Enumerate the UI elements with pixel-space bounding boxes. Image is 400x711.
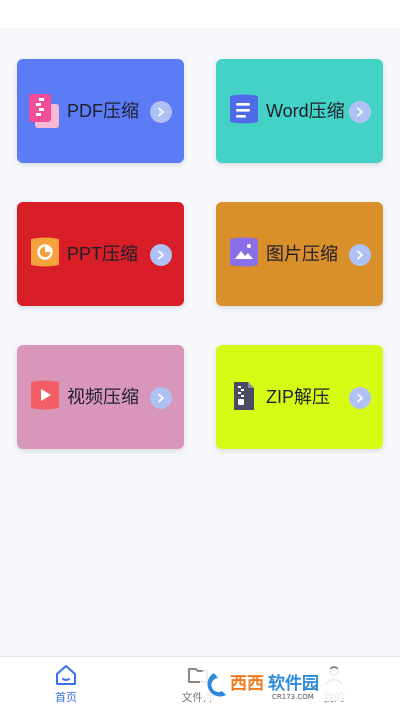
pdf-compress-label: PDF压缩	[67, 101, 139, 121]
home-icon	[56, 665, 76, 685]
app-screen: PDF压缩 Word压缩 PPT压缩 图片压缩 视频压缩 ZIP解压 首页 文件…	[0, 0, 400, 711]
tab-home[interactable]: 首页	[26, 657, 106, 711]
svg-text:CR173.COM: CR173.COM	[272, 693, 314, 701]
chevron-right-icon	[349, 244, 371, 266]
zip-extract-card[interactable]: ZIP解压	[216, 345, 383, 449]
word-file-icon	[230, 94, 258, 124]
ppt-compress-card[interactable]: PPT压缩	[17, 202, 184, 306]
video-compress-card[interactable]: 视频压缩	[17, 345, 184, 449]
chevron-right-icon	[349, 387, 371, 409]
image-compress-label: 图片压缩	[266, 244, 338, 264]
image-compress-card[interactable]: 图片压缩	[216, 202, 383, 306]
pdf-compress-card[interactable]: PDF压缩	[17, 59, 184, 163]
cr173-watermark-logo: 西西 软件园 CR173.COM	[200, 669, 384, 701]
svg-text:软件园: 软件园	[268, 673, 319, 694]
zip-file-icon	[234, 382, 254, 410]
ppt-compress-label: PPT压缩	[67, 244, 139, 264]
zip-extract-label: ZIP解压	[266, 387, 331, 407]
chevron-right-icon	[150, 244, 172, 266]
video-compress-label: 视频压缩	[67, 387, 139, 407]
chevron-right-icon	[349, 101, 371, 123]
svg-text:西西: 西西	[230, 674, 264, 694]
word-compress-label: Word压缩	[266, 101, 345, 121]
chevron-right-icon	[150, 101, 172, 123]
tab-home-label: 首页	[55, 692, 77, 704]
pdf-file-icon	[29, 94, 59, 128]
chevron-right-icon	[150, 387, 172, 409]
status-bar	[0, 0, 400, 28]
image-file-icon	[230, 237, 258, 267]
ppt-file-icon	[31, 237, 59, 267]
video-file-icon	[31, 380, 59, 410]
word-compress-card[interactable]: Word压缩	[216, 59, 383, 163]
